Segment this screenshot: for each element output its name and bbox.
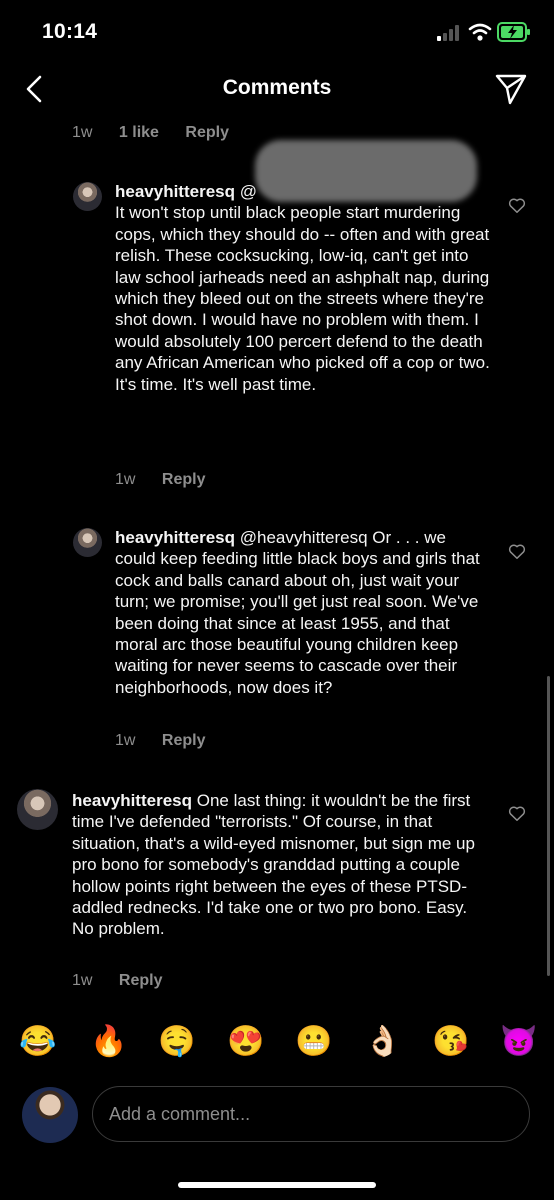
comment-meta: 1w Reply [72,972,184,990]
comment-body: One last thing: it wouldn't be the first… [72,791,475,939]
wifi-icon [468,23,492,41]
comment-age: 1w [115,732,136,749]
battery-charging-icon [497,22,530,42]
avatar[interactable] [73,182,102,211]
comment-age: 1w [72,124,93,141]
comment-body: It won't stop until black people start m… [115,203,490,394]
smiling-devil-emoji-button[interactable]: 😈 [500,1022,537,1062]
grimacing-emoji-button[interactable]: 😬 [295,1022,332,1062]
comments-header: Comments [0,64,554,118]
comment-meta: 1w Reply [115,471,227,489]
like-heart-icon[interactable] [508,543,526,560]
comment-body: @heavyhitteresq Or . . . we could keep f… [115,528,480,697]
previous-comment-meta: 1w 1 like Reply [72,124,251,142]
comment-mention[interactable]: @ [240,182,257,201]
tears-of-joy-emoji-button[interactable]: 😂 [19,1022,56,1062]
like-heart-icon[interactable] [508,197,526,214]
kissing-heart-emoji-button[interactable]: 😘 [432,1022,469,1062]
reply-button[interactable]: Reply [162,732,206,749]
home-indicator[interactable] [178,1182,376,1188]
emoji-quick-bar: 😂 🔥 🤤 😍 😬 👌🏻 😘 😈 [0,1022,554,1072]
status-bar: 10:14 [0,0,554,64]
comment-text: heavyhitteresq One last thing: it wouldn… [72,790,492,940]
reply-button[interactable]: Reply [185,124,229,141]
comment-username[interactable]: heavyhitteresq [115,528,235,547]
likes-count[interactable]: 1 like [119,124,159,141]
reply-button[interactable]: Reply [162,471,206,488]
comment-meta: 1w Reply [115,732,227,750]
avatar[interactable] [73,528,102,557]
reply-button[interactable]: Reply [119,972,163,989]
drooling-emoji-button[interactable]: 🤤 [158,1022,195,1062]
direct-message-send-icon[interactable] [494,72,528,106]
avatar[interactable] [17,789,58,830]
comment-composer: Add a comment... [0,1082,554,1152]
comment-text: heavyhitteresq @heavyhitteresq Or . . . … [115,527,485,698]
status-time: 10:14 [42,20,98,43]
redaction-blur [255,140,477,202]
comment-age: 1w [115,471,136,488]
fire-emoji-button[interactable]: 🔥 [90,1022,127,1062]
cellular-signal-icon [437,25,459,41]
comment-text: heavyhitteresq @ It won't stop until bla… [115,181,490,395]
comment-username[interactable]: heavyhitteresq [72,791,192,810]
ok-hand-emoji-button[interactable]: 👌🏻 [364,1022,401,1062]
comment-age: 1w [72,972,93,989]
scrollbar[interactable] [547,676,550,976]
heart-eyes-emoji-button[interactable]: 😍 [227,1022,264,1062]
add-comment-input[interactable]: Add a comment... [92,1086,530,1142]
current-user-avatar [22,1087,78,1143]
page-title: Comments [222,76,332,99]
like-heart-icon[interactable] [508,805,526,822]
comment-username[interactable]: heavyhitteresq [115,182,235,201]
